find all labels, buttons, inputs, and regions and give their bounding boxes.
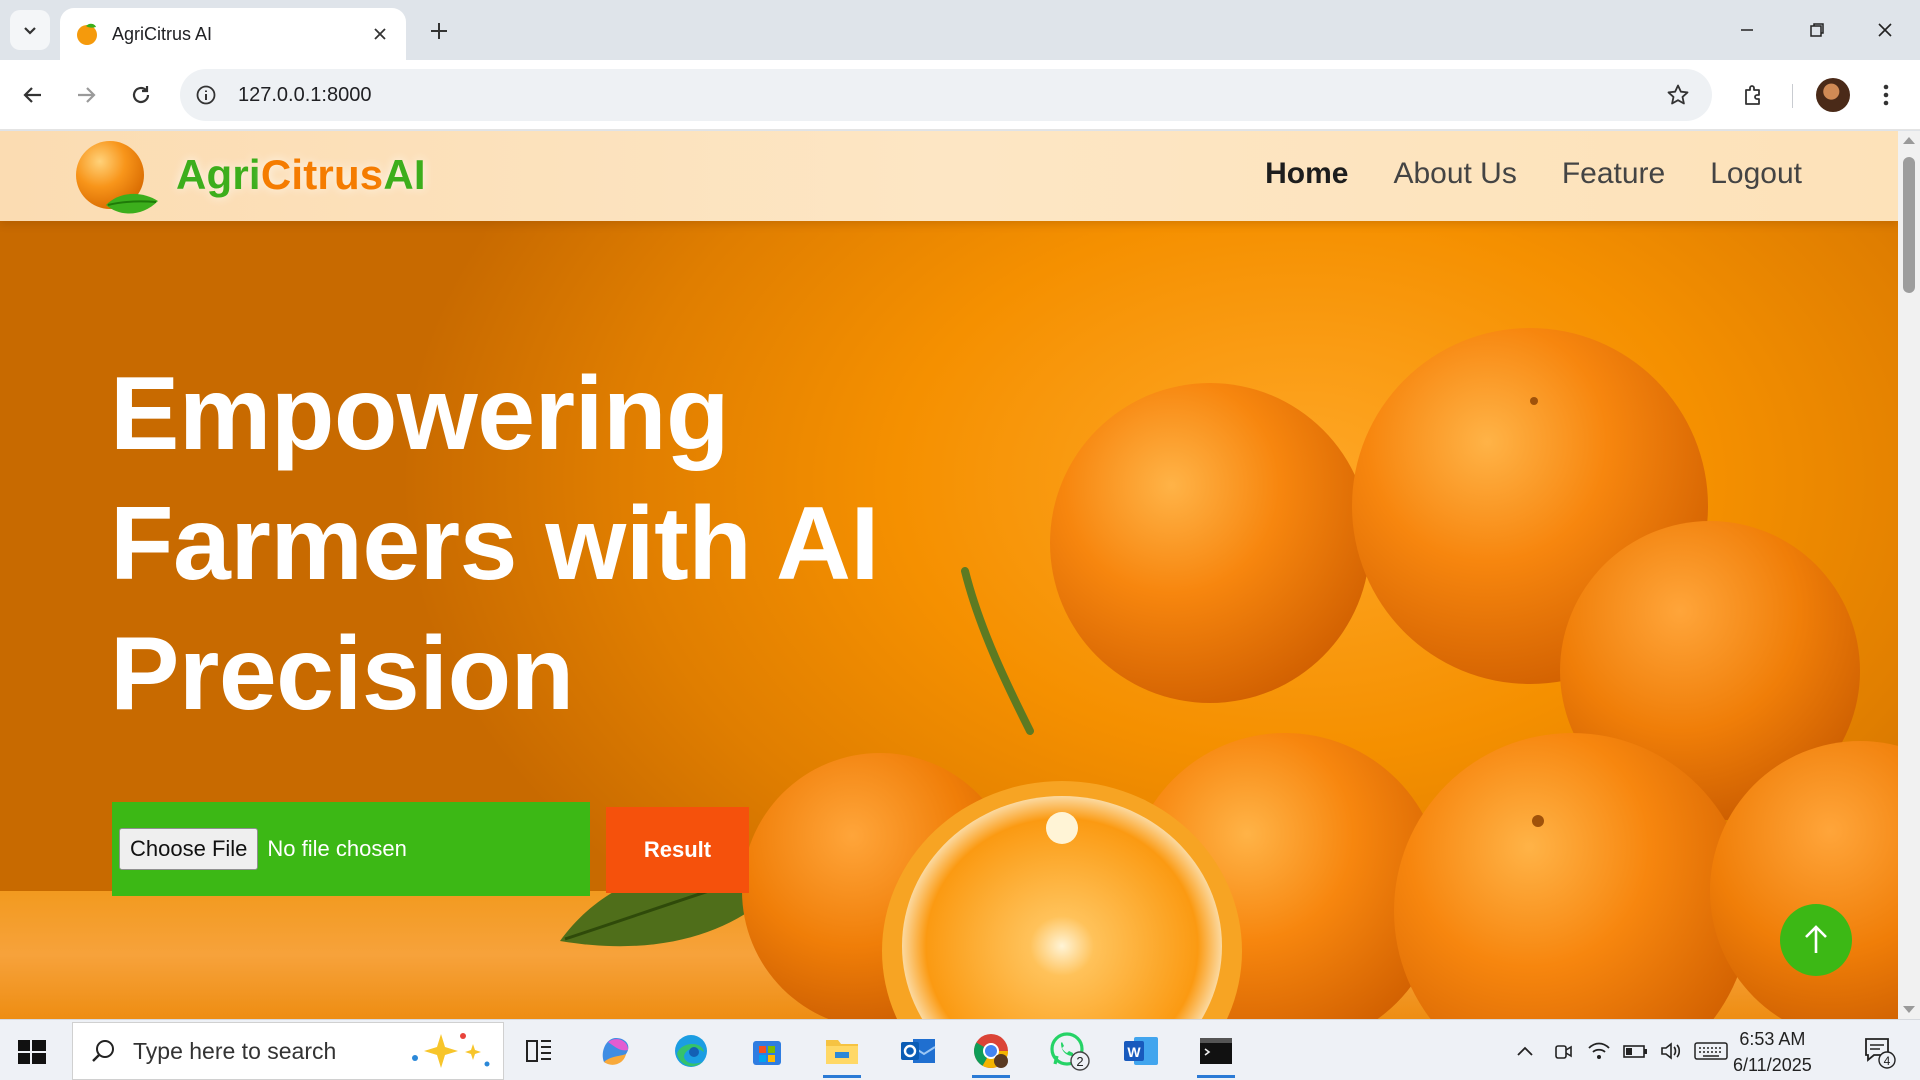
scroll-down-arrow[interactable] (1903, 1006, 1915, 1013)
notifications-icon[interactable]: 4 (1854, 1020, 1902, 1080)
reload-icon (132, 86, 150, 104)
close-window-button[interactable] (1862, 10, 1908, 50)
outlook-icon[interactable] (889, 1024, 947, 1078)
file-status-text: No file chosen (267, 836, 407, 861)
brand-ai: AI (383, 151, 426, 198)
taskbar-clock[interactable]: 6:53 AM 6/11/2025 (1733, 1026, 1812, 1078)
chrome-icon[interactable] (962, 1024, 1020, 1078)
plus-icon (431, 23, 447, 39)
brand-citrus: Citrus (260, 151, 384, 198)
svg-text:W: W (1127, 1044, 1141, 1060)
tab-search-button[interactable] (10, 10, 50, 50)
file-explorer-icon[interactable] (813, 1024, 871, 1078)
headline-line-3: Precision (110, 616, 574, 732)
show-hidden-icons-icon[interactable] (1510, 1020, 1540, 1080)
meet-now-icon[interactable] (1548, 1020, 1578, 1080)
site-navbar: AgriCitrusAI Home About Us Feature Logou… (0, 131, 1898, 221)
edge-icon[interactable] (662, 1024, 720, 1078)
site-nav: Home About Us Feature Logout (1265, 157, 1802, 191)
brand-agri: Agri (176, 151, 261, 198)
clock-date: 6/11/2025 (1733, 1055, 1812, 1075)
orange-logo-icon[interactable] (72, 135, 160, 219)
extensions-button[interactable] (1734, 75, 1774, 115)
site-info-icon[interactable] (186, 75, 226, 115)
tab-title: AgriCitrus AI (112, 23, 213, 44)
new-tab-button[interactable] (422, 14, 456, 48)
arrow-left-icon (23, 87, 41, 103)
url-text[interactable]: 127.0.0.1:8000 (238, 84, 1658, 107)
nav-logout[interactable]: Logout (1710, 157, 1802, 191)
nav-about-us[interactable]: About Us (1393, 157, 1516, 191)
battery-icon[interactable] (1620, 1020, 1650, 1080)
result-button[interactable]: Result (606, 807, 749, 893)
restore-icon (1810, 23, 1824, 37)
minimize-button[interactable] (1724, 10, 1770, 50)
task-view-icon[interactable] (510, 1024, 568, 1078)
volume-icon[interactable] (1656, 1020, 1686, 1080)
scroll-up-arrow[interactable] (1903, 137, 1915, 144)
reload-button[interactable] (121, 75, 161, 115)
back-button[interactable] (13, 75, 53, 115)
site-brand[interactable]: AgriCitrusAI (176, 151, 426, 199)
sparkle-icon (412, 1033, 490, 1068)
copilot-icon[interactable] (586, 1024, 644, 1078)
address-bar[interactable]: 127.0.0.1:8000 (180, 69, 1712, 121)
bookmark-star-icon[interactable] (1658, 75, 1698, 115)
page-viewport: AgriCitrusAI Home About Us Feature Logou… (0, 131, 1898, 1019)
store-icon[interactable] (738, 1024, 796, 1078)
profile-avatar[interactable] (1816, 78, 1850, 112)
windows-taskbar: Type here to search 2 W 6:53 AM 6/11/202… (0, 1019, 1920, 1080)
close-tab-icon[interactable] (368, 22, 392, 46)
nav-feature[interactable]: Feature (1562, 157, 1665, 191)
chevron-down-icon (24, 27, 36, 35)
page-scrollbar[interactable] (1898, 131, 1920, 1019)
scroll-thumb[interactable] (1903, 157, 1915, 293)
hero-headline: Empowering Farmers with AI Precision (110, 349, 1010, 739)
file-upload-field[interactable]: Choose File No file chosen (112, 802, 590, 896)
clock-time: 6:53 AM (1739, 1029, 1806, 1049)
word-icon[interactable]: W (1112, 1024, 1170, 1078)
windows-start-icon[interactable] (14, 1034, 50, 1070)
search-placeholder: Type here to search (133, 1037, 337, 1064)
nav-home[interactable]: Home (1265, 157, 1348, 191)
restore-button[interactable] (1794, 10, 1840, 50)
forward-button[interactable] (66, 75, 106, 115)
whatsapp-icon[interactable]: 2 (1040, 1024, 1098, 1078)
headline-line-1: Empowering (110, 356, 730, 472)
keyboard-icon[interactable] (1692, 1020, 1730, 1080)
browser-tab[interactable]: AgriCitrus AI (60, 8, 406, 60)
orange-favicon-icon (77, 23, 97, 45)
wifi-icon[interactable] (1584, 1020, 1614, 1080)
browser-toolbar: 127.0.0.1:8000 (0, 60, 1920, 130)
more-vertical-icon (1883, 84, 1889, 106)
taskbar-search[interactable]: Type here to search (72, 1022, 504, 1080)
arrow-right-icon (78, 87, 96, 103)
terminal-icon[interactable] (1187, 1024, 1245, 1078)
puzzle-icon (1745, 85, 1760, 105)
back-to-top-button[interactable] (1780, 904, 1852, 976)
close-icon (1878, 23, 1892, 37)
arrow-up-icon (1805, 925, 1827, 953)
notification-count: 4 (1884, 1054, 1891, 1068)
minimize-icon (1741, 29, 1753, 31)
whatsapp-badge: 2 (1076, 1054, 1083, 1069)
browser-menu-button[interactable] (1868, 75, 1904, 115)
tab-strip: AgriCitrus AI (0, 0, 1920, 60)
headline-line-2: Farmers with AI (110, 486, 879, 602)
search-icon (87, 1035, 119, 1067)
toolbar-separator (1792, 84, 1793, 108)
choose-file-button[interactable]: Choose File (119, 828, 259, 870)
